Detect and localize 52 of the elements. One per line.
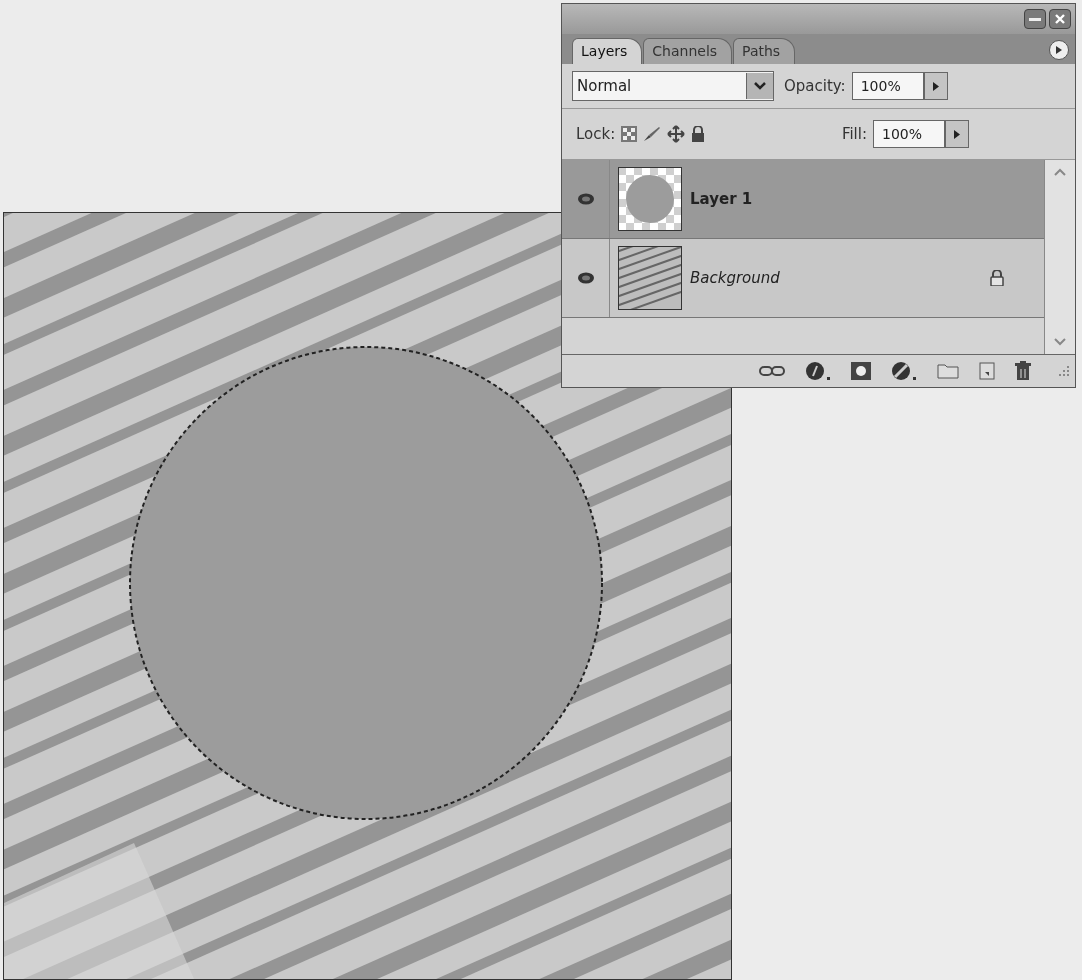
move-icon xyxy=(667,125,686,143)
layer-style-button[interactable] xyxy=(805,361,831,381)
lock-icon xyxy=(691,126,706,142)
close-button[interactable] xyxy=(1049,9,1071,29)
minimize-button[interactable] xyxy=(1024,9,1046,29)
fx-icon xyxy=(805,361,831,381)
chevron-up-icon xyxy=(1054,168,1066,176)
layer-row[interactable]: Layer 1 xyxy=(562,160,1044,239)
blend-mode-dropdown[interactable]: Normal xyxy=(572,71,774,101)
chevron-down-icon xyxy=(1054,338,1066,346)
new-layer-button[interactable] xyxy=(979,362,995,380)
mask-icon xyxy=(851,362,871,380)
link-icon xyxy=(759,365,785,377)
panel-menu-button[interactable] xyxy=(1049,40,1069,60)
arrow-right-icon xyxy=(954,129,960,139)
brush-icon xyxy=(643,126,662,142)
eye-icon xyxy=(576,272,595,284)
panel-tab[interactable]: Channels xyxy=(643,38,733,64)
lock-all-button[interactable] xyxy=(691,126,706,142)
link-layers-button[interactable] xyxy=(759,365,785,377)
resize-grip-icon[interactable] xyxy=(1057,364,1071,378)
lock-position-button[interactable] xyxy=(667,125,686,143)
new-layer-icon xyxy=(979,362,995,380)
lock-label: Lock: xyxy=(576,125,616,143)
layer-thumbnail xyxy=(618,246,682,310)
layer-row[interactable]: Background xyxy=(562,239,1044,318)
opacity-field[interactable]: 100% xyxy=(851,72,924,100)
layer-thumbnail xyxy=(618,167,682,231)
lock-transparency-button[interactable] xyxy=(621,126,638,142)
play-icon xyxy=(1056,46,1062,54)
layer-name: Layer 1 xyxy=(690,190,753,208)
trash-icon xyxy=(1015,361,1031,381)
panel-tab[interactable]: Paths xyxy=(733,38,796,64)
close-icon xyxy=(1055,14,1065,24)
chevron-down-icon xyxy=(754,82,766,90)
slider-arrow-button[interactable] xyxy=(923,72,948,100)
fill-label: Fill: xyxy=(841,125,867,143)
fill-field[interactable]: 100% xyxy=(873,120,945,148)
layer-name: Background xyxy=(690,269,780,287)
eye-icon xyxy=(576,193,595,205)
adjustment-layer-button[interactable] xyxy=(891,361,917,381)
scrollbar[interactable] xyxy=(1044,160,1075,354)
panel-tab[interactable]: Layers xyxy=(572,38,643,64)
layer-mask-button[interactable] xyxy=(851,362,871,380)
slider-arrow-button[interactable] xyxy=(945,120,969,148)
arrow-right-icon xyxy=(932,81,939,91)
folder-icon xyxy=(937,363,959,379)
delete-layer-button[interactable] xyxy=(1015,361,1031,381)
opacity-label: Opacity: xyxy=(784,77,846,95)
lock-pixels-button[interactable] xyxy=(643,126,662,142)
half-circle-icon xyxy=(891,361,917,381)
checkerboard-icon xyxy=(621,126,638,142)
